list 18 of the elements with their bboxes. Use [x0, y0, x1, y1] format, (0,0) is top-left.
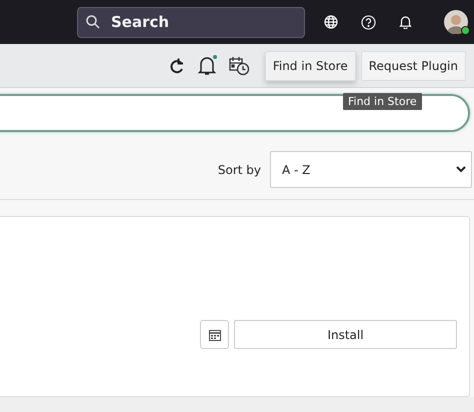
chevron-down-icon — [456, 166, 466, 173]
search-icon — [86, 14, 100, 28]
install-button[interactable]: Install — [234, 320, 457, 349]
help-icon[interactable] — [361, 14, 376, 30]
sort-dropdown[interactable]: A - Z — [270, 151, 472, 188]
sort-label: Sort by — [218, 162, 261, 176]
calendar-icon — [208, 328, 220, 340]
calendar-clock-icon[interactable] — [228, 56, 250, 76]
calendar-button[interactable] — [200, 320, 229, 349]
find-in-store-button[interactable]: Find in Store — [264, 50, 356, 80]
bell-icon[interactable] — [198, 56, 216, 76]
tooltip: Find in Store — [343, 93, 422, 110]
request-plugin-button[interactable]: Request Plugin — [360, 50, 466, 80]
search-field[interactable] — [0, 94, 470, 132]
refresh-icon[interactable] — [168, 56, 185, 74]
search-field[interactable]: Search — [77, 6, 305, 38]
globe-icon[interactable] — [324, 14, 338, 28]
avatar-icon[interactable] — [444, 10, 468, 34]
